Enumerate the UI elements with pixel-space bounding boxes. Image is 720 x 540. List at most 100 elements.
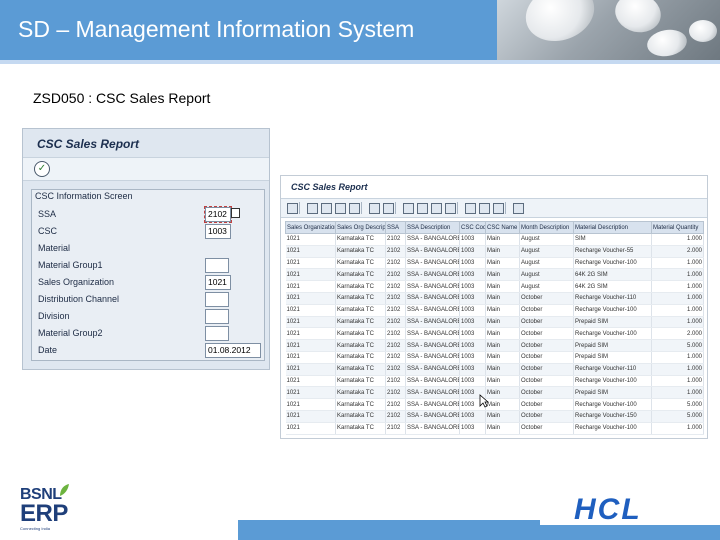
table-cell: Prepaid SIM [573,339,652,352]
table-row[interactable]: 1021 Karnataka TC 2102 SSA - BANGALORE 1003 M… [285,386,704,400]
table-cell: 5.000 [651,339,704,352]
layout-icon[interactable] [465,203,476,214]
table-row[interactable]: 1021 Karnataka TC 2102 SSA - BANGALORE 1003 M… [285,351,704,364]
table-row[interactable]: 1021 Karnataka TC 2102 SSA - BANGALORE 1003 M… [285,363,704,376]
table-cell: Karnataka TC [335,363,386,376]
table-row[interactable]: 1021 Karnataka TC 2102 SSA - BANGALORE 1003 M… [285,233,704,246]
field-label-material-group1: Material Group1 [38,260,103,270]
column-header[interactable]: SSA Description [405,221,460,234]
table-row[interactable]: 1021 Karnataka TC 2102 SSA - BANGALORE 1003 M… [285,292,704,305]
select-layout-icon[interactable] [479,203,490,214]
group-title: CSC Information Screen [35,191,133,201]
view-icon[interactable] [403,203,414,214]
column-header[interactable]: Material Quantity [651,221,704,234]
table-cell: Karnataka TC [335,339,386,352]
filter-icon[interactable] [335,203,346,214]
table-row[interactable]: 1021 Karnataka TC 2102 SSA - BANGALORE 1003 M… [285,398,704,411]
csc-information-group: CSC Information Screen SSA 2102 CSC 1003… [31,189,265,361]
column-header[interactable]: Sales Organization [285,221,336,234]
table-row[interactable]: 1021 Karnataka TC 2102 SSA - BANGALORE 1003 M… [285,339,704,352]
table-cell: 1003 [459,280,486,293]
table-cell: SSA - BANGALORE [405,233,460,246]
table-cell: October [519,410,574,423]
sort-asc-icon[interactable] [307,203,318,214]
table-row[interactable]: 1021 Karnataka TC 2102 SSA - BANGALORE 1003 M… [285,327,704,341]
table-cell: 1021 [285,339,336,352]
report-grid: Sales Organization Sales Org Descript SSA S… [285,221,704,435]
material-group1-input[interactable] [205,258,229,273]
details-icon[interactable] [287,203,298,214]
table-cell: October [519,339,574,352]
table-cell: 2102 [385,316,406,329]
table-cell: Recharge Voucher-100 [573,375,652,388]
table-row[interactable]: 1021 Karnataka TC 2102 SSA - BANGALORE 1003 M… [285,316,704,329]
toolbar-separator [299,202,300,214]
search-help-icon[interactable] [231,208,240,218]
column-header[interactable]: CSC Code [459,221,486,234]
date-input[interactable]: 01.08.2012 [205,343,261,358]
column-header[interactable]: CSC Name [485,221,520,234]
execute-icon[interactable]: ✓ [34,161,50,177]
table-cell: 2102 [385,375,406,388]
division-input[interactable] [205,309,229,324]
save-layout-icon[interactable] [493,203,504,214]
table-cell: 1021 [285,351,336,364]
table-row[interactable]: 1021 Karnataka TC 2102 SSA - BANGALORE 1003 M… [285,268,704,282]
table-cell: 2102 [385,304,406,317]
field-row-csc: CSC 1003 [32,224,264,241]
table-cell: Karnataka TC [335,292,386,305]
table-cell: SSA - BANGALORE [405,245,460,258]
table-cell: 1.000 [651,268,704,282]
table-cell: 1021 [285,410,336,423]
table-cell: Karnataka TC [335,386,386,400]
table-row[interactable]: 1021 Karnataka TC 2102 SSA - BANGALORE 1003 M… [285,304,704,317]
table-cell: 64K 2G SIM [573,280,652,293]
table-cell: 64K 2G SIM [573,268,652,282]
table-cell: Main [485,351,520,364]
table-cell: Main [485,280,520,293]
table-cell: August [519,280,574,293]
info-icon[interactable] [513,203,524,214]
sort-desc-icon[interactable] [321,203,332,214]
table-cell: SSA - BANGALORE [405,316,460,329]
table-cell: SSA - BANGALORE [405,398,460,411]
table-row[interactable]: 1021 Karnataka TC 2102 SSA - BANGALORE 1003 M… [285,245,704,258]
satellite-dish-photo [497,0,720,60]
column-header[interactable]: Material Description [573,221,652,234]
subtotal-icon[interactable] [369,203,380,214]
distribution-channel-input[interactable] [205,292,229,307]
table-cell: SSA - BANGALORE [405,292,460,305]
field-label-date: Date [38,345,58,355]
table-row[interactable]: 1021 Karnataka TC 2102 SSA - BANGALORE 1003 M… [285,257,704,270]
table-row[interactable]: 1021 Karnataka TC 2102 SSA - BANGALORE 1003 M… [285,422,704,435]
export-icon[interactable] [417,203,428,214]
table-cell: 1021 [285,268,336,282]
table-cell: Main [485,327,520,341]
mail-icon[interactable] [431,203,442,214]
sales-organization-input[interactable]: 1021 [205,275,231,290]
ssa-input[interactable]: 2102 [204,206,232,223]
csc-input[interactable]: 1003 [205,224,231,239]
table-cell: 5.000 [651,410,704,423]
table-cell: Main [485,398,520,411]
material-group2-input[interactable] [205,326,229,341]
table-cell: Karnataka TC [335,304,386,317]
table-cell: 1021 [285,398,336,411]
table-cell: 1021 [285,304,336,317]
grid-header-row: Sales Organization Sales Org Descript SSA S… [285,221,704,234]
table-row[interactable]: 1021 Karnataka TC 2102 SSA - BANGALORE 1003 M… [285,375,704,388]
table-cell: 1003 [459,245,486,258]
table-cell: Recharge Voucher-100 [573,422,652,435]
graph-icon[interactable] [445,203,456,214]
column-header[interactable]: SSA [385,221,406,234]
table-cell: 2.000 [651,245,704,258]
table-row[interactable]: 1021 Karnataka TC 2102 SSA - BANGALORE 1003 M… [285,280,704,293]
print-icon[interactable] [383,203,394,214]
sum-icon[interactable] [349,203,360,214]
selection-screen-window: CSC Sales Report ✓ CSC Information Scree… [22,128,270,370]
table-cell: Karnataka TC [335,316,386,329]
column-header[interactable]: Sales Org Descript [335,221,386,234]
slide-title: SD – Management Information System [18,16,415,42]
table-row[interactable]: 1021 Karnataka TC 2102 SSA - BANGALORE 1003 M… [285,410,704,423]
column-header[interactable]: Month Description [519,221,574,234]
